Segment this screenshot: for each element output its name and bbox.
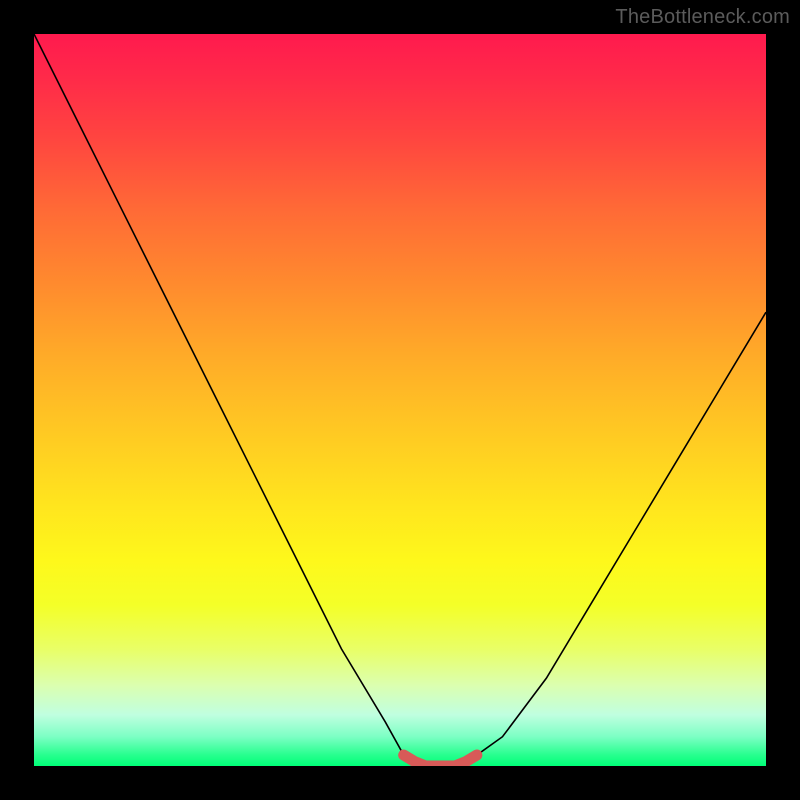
- chart-frame: TheBottleneck.com: [0, 0, 800, 800]
- watermark-text: TheBottleneck.com: [615, 6, 790, 29]
- chart-svg: [34, 34, 766, 766]
- bottleneck-curve-path: [34, 34, 766, 766]
- chart-plot-area: [34, 34, 766, 766]
- optimal-plateau-marker-path: [404, 755, 477, 766]
